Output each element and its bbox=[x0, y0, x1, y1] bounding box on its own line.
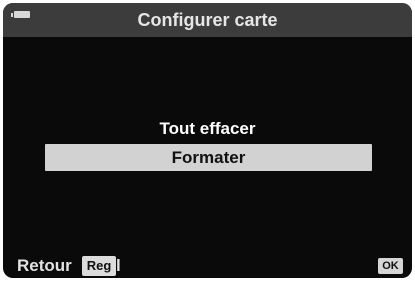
screen-title: Configurer carte bbox=[137, 10, 278, 30]
menu-item-tout-effacer[interactable]: Tout effacer bbox=[3, 117, 412, 141]
back-label: Retour bbox=[17, 256, 72, 275]
menu-button-key[interactable]: Reg bbox=[82, 256, 116, 276]
button-guide-bar: Retour Reg l OK bbox=[3, 252, 412, 278]
menu-item-formater[interactable]: Formater bbox=[45, 144, 372, 171]
menu-key-suffix: l bbox=[116, 256, 121, 275]
ok-button-key[interactable]: OK bbox=[378, 258, 403, 274]
title-bar: Configurer carte bbox=[3, 3, 412, 37]
camera-screen: Configurer carte Tout effacer Formater R… bbox=[3, 3, 412, 278]
